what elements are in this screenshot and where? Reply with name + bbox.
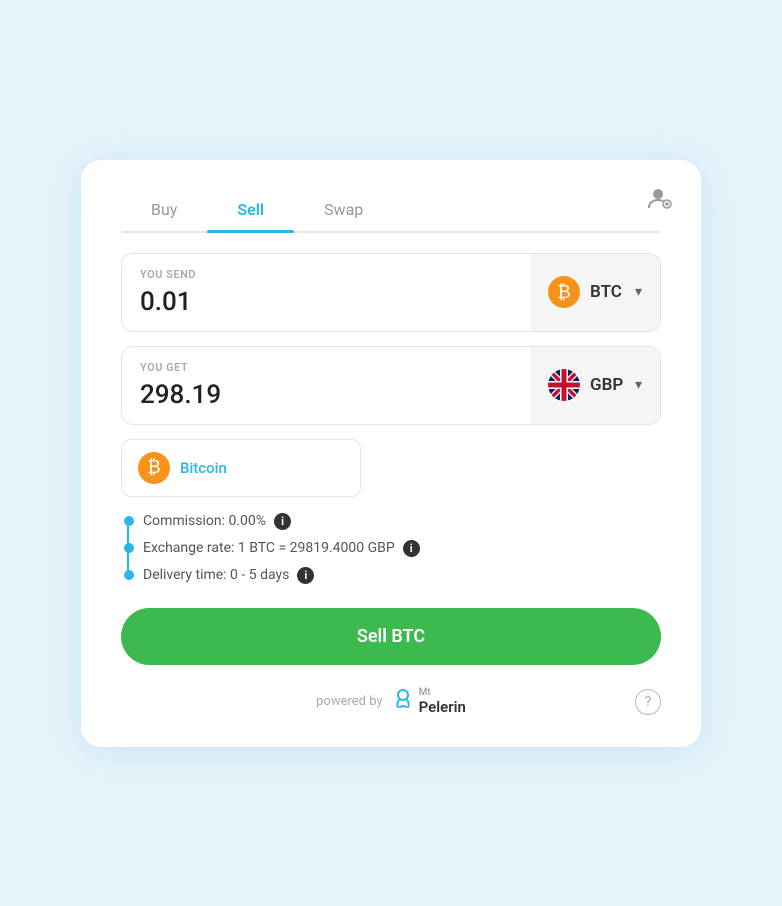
main-card: Buy Sell Swap YOU SEND 0.01 ₿ BTC ▾ YOU … bbox=[81, 160, 701, 747]
pelerin-logo: Mt Pelerin bbox=[391, 687, 466, 717]
pelerin-brand-name: Pelerin bbox=[419, 698, 466, 716]
exchange-rate-row: Exchange rate: 1 BTC = 29819.4000 GBP i bbox=[143, 540, 661, 557]
exchange-rate-text: Exchange rate: 1 BTC = 29819.4000 GBP bbox=[143, 540, 395, 556]
footer: powered by Mt Pelerin ? bbox=[121, 687, 661, 717]
gbp-flag-icon bbox=[548, 369, 580, 401]
exchange-rate-info-icon[interactable]: i bbox=[403, 540, 420, 557]
send-section: YOU SEND 0.01 ₿ BTC ▾ bbox=[121, 253, 661, 332]
send-label: YOU SEND bbox=[140, 268, 512, 281]
info-section: Commission: 0.00% i Exchange rate: 1 BTC… bbox=[121, 513, 661, 584]
get-input-area[interactable]: YOU GET 298.19 bbox=[122, 347, 530, 424]
pelerin-name-group: Mt Pelerin bbox=[419, 688, 466, 716]
send-value: 0.01 bbox=[140, 287, 512, 317]
get-chevron-icon: ▾ bbox=[635, 377, 642, 393]
sell-button[interactable]: Sell BTC bbox=[121, 608, 661, 665]
get-currency-code: GBP bbox=[590, 375, 625, 395]
send-currency-selector[interactable]: ₿ BTC ▾ bbox=[530, 254, 660, 331]
get-currency-selector[interactable]: GBP ▾ bbox=[530, 347, 660, 424]
tab-swap[interactable]: Swap bbox=[294, 190, 393, 231]
send-chevron-icon: ▾ bbox=[635, 284, 642, 300]
help-icon[interactable]: ? bbox=[635, 689, 661, 715]
send-input-area[interactable]: YOU SEND 0.01 bbox=[122, 254, 530, 331]
commission-text: Commission: 0.00% bbox=[143, 513, 266, 529]
get-label: YOU GET bbox=[140, 361, 512, 374]
pelerin-mt: Mt bbox=[419, 688, 466, 698]
powered-by-text: powered by bbox=[316, 694, 383, 709]
bitcoin-suggestion-icon: ₿ bbox=[138, 452, 170, 484]
bitcoin-suggestion-label: Bitcoin bbox=[180, 459, 227, 477]
bitcoin-suggestion[interactable]: ₿ Bitcoin bbox=[121, 439, 361, 497]
get-section: YOU GET 298.19 GB bbox=[121, 346, 661, 425]
get-value: 298.19 bbox=[140, 380, 512, 410]
delivery-time-row: Delivery time: 0 - 5 days i bbox=[143, 567, 661, 584]
tab-buy[interactable]: Buy bbox=[121, 190, 207, 231]
tabs-container: Buy Sell Swap bbox=[121, 190, 661, 233]
commission-row: Commission: 0.00% i bbox=[143, 513, 661, 530]
btc-icon: ₿ bbox=[548, 276, 580, 308]
tab-sell[interactable]: Sell bbox=[207, 190, 294, 231]
delivery-time-text: Delivery time: 0 - 5 days bbox=[143, 567, 289, 583]
send-currency-code: BTC bbox=[590, 282, 625, 302]
delivery-time-info-icon[interactable]: i bbox=[297, 567, 314, 584]
user-icon[interactable] bbox=[645, 184, 673, 216]
commission-info-icon[interactable]: i bbox=[274, 513, 291, 530]
pelerin-icon bbox=[391, 687, 415, 717]
